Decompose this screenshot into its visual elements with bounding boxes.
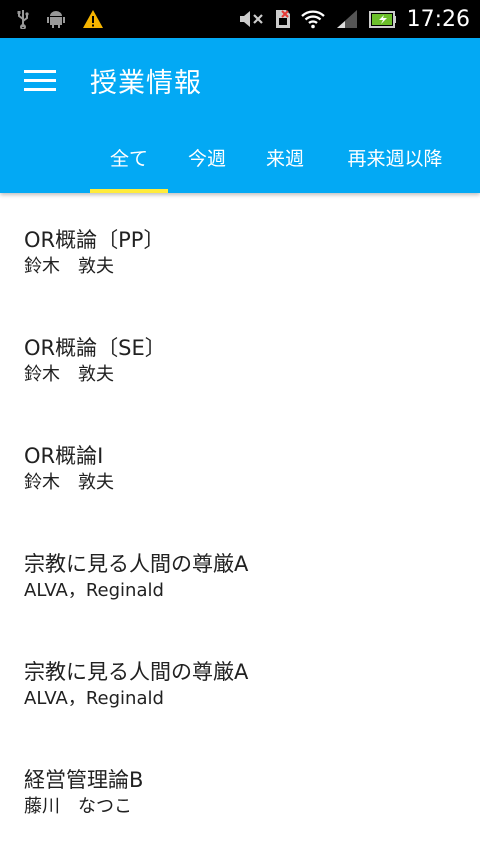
course-name: 宗教に見る人間の尊厳A [24, 660, 249, 684]
list-item[interactable]: OR概論〔SE〕 鈴木 敦夫 [0, 301, 480, 409]
course-name: OR概論〔PP〕 [24, 228, 165, 252]
clock: 17:26 [406, 6, 470, 32]
signal-icon [335, 9, 359, 29]
course-teacher: ALVA，Reginald [24, 580, 164, 601]
toolbar: 授業情報 [0, 38, 480, 122]
course-name: 経営管理論B [24, 768, 144, 792]
course-list: OR概論〔PP〕 鈴木 敦夫 OR概論〔SE〕 鈴木 敦夫 OR概論I 鈴木 敦… [0, 193, 480, 841]
course-name: OR概論〔SE〕 [24, 336, 166, 360]
warning-icon [82, 9, 104, 29]
usb-icon [16, 9, 30, 29]
list-item[interactable]: OR概論〔PP〕 鈴木 敦夫 [0, 193, 480, 301]
menu-icon[interactable] [24, 62, 60, 98]
no-sim-icon [275, 9, 291, 29]
mute-icon [239, 9, 265, 29]
course-name: OR概論I [24, 444, 104, 468]
course-teacher: ALVA，Reginald [24, 688, 164, 709]
list-item[interactable]: OR概論I 鈴木 敦夫 [0, 409, 480, 517]
course-teacher: 鈴木 敦夫 [24, 256, 114, 277]
status-bar: 17:26 [0, 0, 480, 38]
wifi-icon [300, 9, 325, 29]
course-teacher: 鈴木 敦夫 [24, 472, 114, 493]
tab-label: 来週 [265, 148, 304, 170]
android-icon [46, 9, 66, 29]
app-bar: 授業情報 全て 今週 来週 再来週以降 [0, 38, 480, 193]
tab-next-week[interactable]: 来週 [246, 122, 324, 193]
tab-all[interactable]: 全て [90, 122, 168, 193]
list-item[interactable]: 宗教に見る人間の尊厳A ALVA，Reginald [0, 517, 480, 625]
tab-this-week[interactable]: 今週 [168, 122, 246, 193]
course-name: 宗教に見る人間の尊厳A [24, 552, 249, 576]
page-title: 授業情報 [90, 67, 202, 99]
tab-after-next-week[interactable]: 再来週以降 [324, 122, 466, 193]
list-item[interactable]: 宗教に見る人間の尊厳A ALVA，Reginald [0, 625, 480, 733]
course-teacher: 鈴木 敦夫 [24, 364, 114, 385]
tab-bar: 全て 今週 来週 再来週以降 [90, 122, 480, 193]
course-teacher: 藤川 なつこ [24, 796, 132, 817]
tab-label: 再来週以降 [347, 148, 443, 170]
list-item[interactable]: 経営管理論B 藤川 なつこ [0, 733, 480, 841]
tab-label: 今週 [187, 148, 226, 170]
battery-icon [368, 9, 397, 29]
tab-label: 全て [109, 148, 148, 170]
